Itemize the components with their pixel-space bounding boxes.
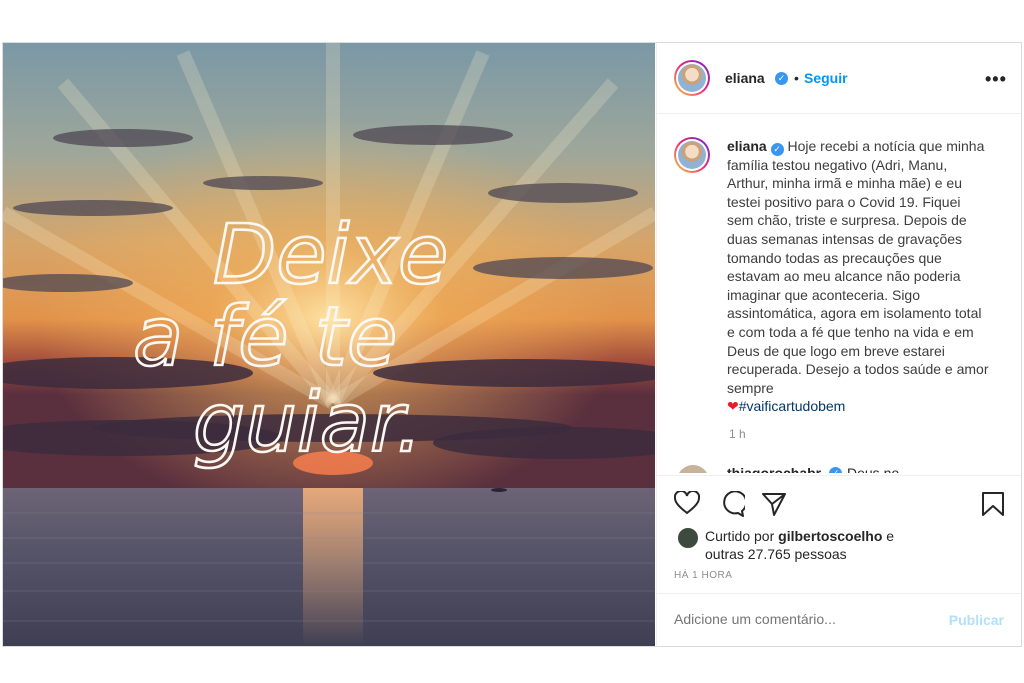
author-username[interactable]: eliana [725, 70, 765, 86]
follow-button[interactable]: Seguir [804, 70, 848, 86]
liker-username[interactable]: gilbertoscoelho [778, 528, 882, 544]
caption-time[interactable]: 1 h [729, 427, 746, 441]
post-side-panel: eliana ✓ • Seguir ••• eliana ✓ Hoje rece… [656, 43, 1021, 646]
first-comment: thiagorochabr ✓ Deus no [657, 461, 1021, 473]
heart-icon[interactable] [673, 489, 701, 520]
post-caption: eliana ✓ Hoje recebi a notícia que minha… [727, 137, 989, 416]
comment-text: Deus no [847, 465, 900, 473]
image-text-line2: a fé te [133, 290, 397, 385]
likes-conjunction: e [886, 528, 895, 544]
author-avatar[interactable] [674, 60, 710, 96]
comment-bar: Publicar [657, 593, 1021, 646]
actions-divider [657, 475, 1021, 476]
post-timestamp[interactable]: HÁ 1 HORA [674, 570, 732, 581]
comment-icon[interactable] [719, 490, 748, 522]
caption-avatar[interactable] [674, 137, 710, 173]
heart-emoji: ❤ [727, 398, 739, 415]
share-icon[interactable] [761, 491, 787, 522]
image-text-line1: Deixe [213, 208, 448, 303]
sunset-sea-photo: Deixe a fé te guiar. [3, 43, 655, 646]
publish-button[interactable]: Publicar [949, 612, 1004, 628]
verified-icon: ✓ [775, 72, 788, 85]
verified-icon: ✓ [829, 467, 842, 473]
instagram-post: Deixe a fé te guiar. eliana ✓ • Seguir •… [2, 42, 1022, 647]
likes-summary: Curtido por gilbertoscoelho e outras 27.… [705, 527, 894, 563]
likes-count[interactable]: outras 27.765 pessoas [705, 546, 847, 562]
comment-input[interactable] [674, 611, 924, 627]
image-text-line3: guiar. [193, 376, 422, 471]
commenter-avatar[interactable] [677, 465, 709, 473]
post-image[interactable]: Deixe a fé te guiar. [3, 43, 655, 646]
caption-username[interactable]: eliana [727, 138, 767, 154]
bookmark-icon[interactable] [981, 491, 1005, 522]
commenter-username[interactable]: thiagorochabr [727, 465, 821, 473]
more-icon[interactable]: ••• [985, 69, 1007, 90]
likes-prefix: Curtido por [705, 528, 775, 544]
header-separator: • [794, 70, 799, 86]
caption-text: Hoje recebi a notícia que minha família … [727, 138, 989, 396]
liker-avatar[interactable] [677, 527, 699, 549]
post-header: eliana ✓ • Seguir ••• [657, 43, 1021, 114]
hashtag-link[interactable]: #vaificartudobem [739, 398, 846, 414]
verified-icon: ✓ [770, 143, 784, 156]
